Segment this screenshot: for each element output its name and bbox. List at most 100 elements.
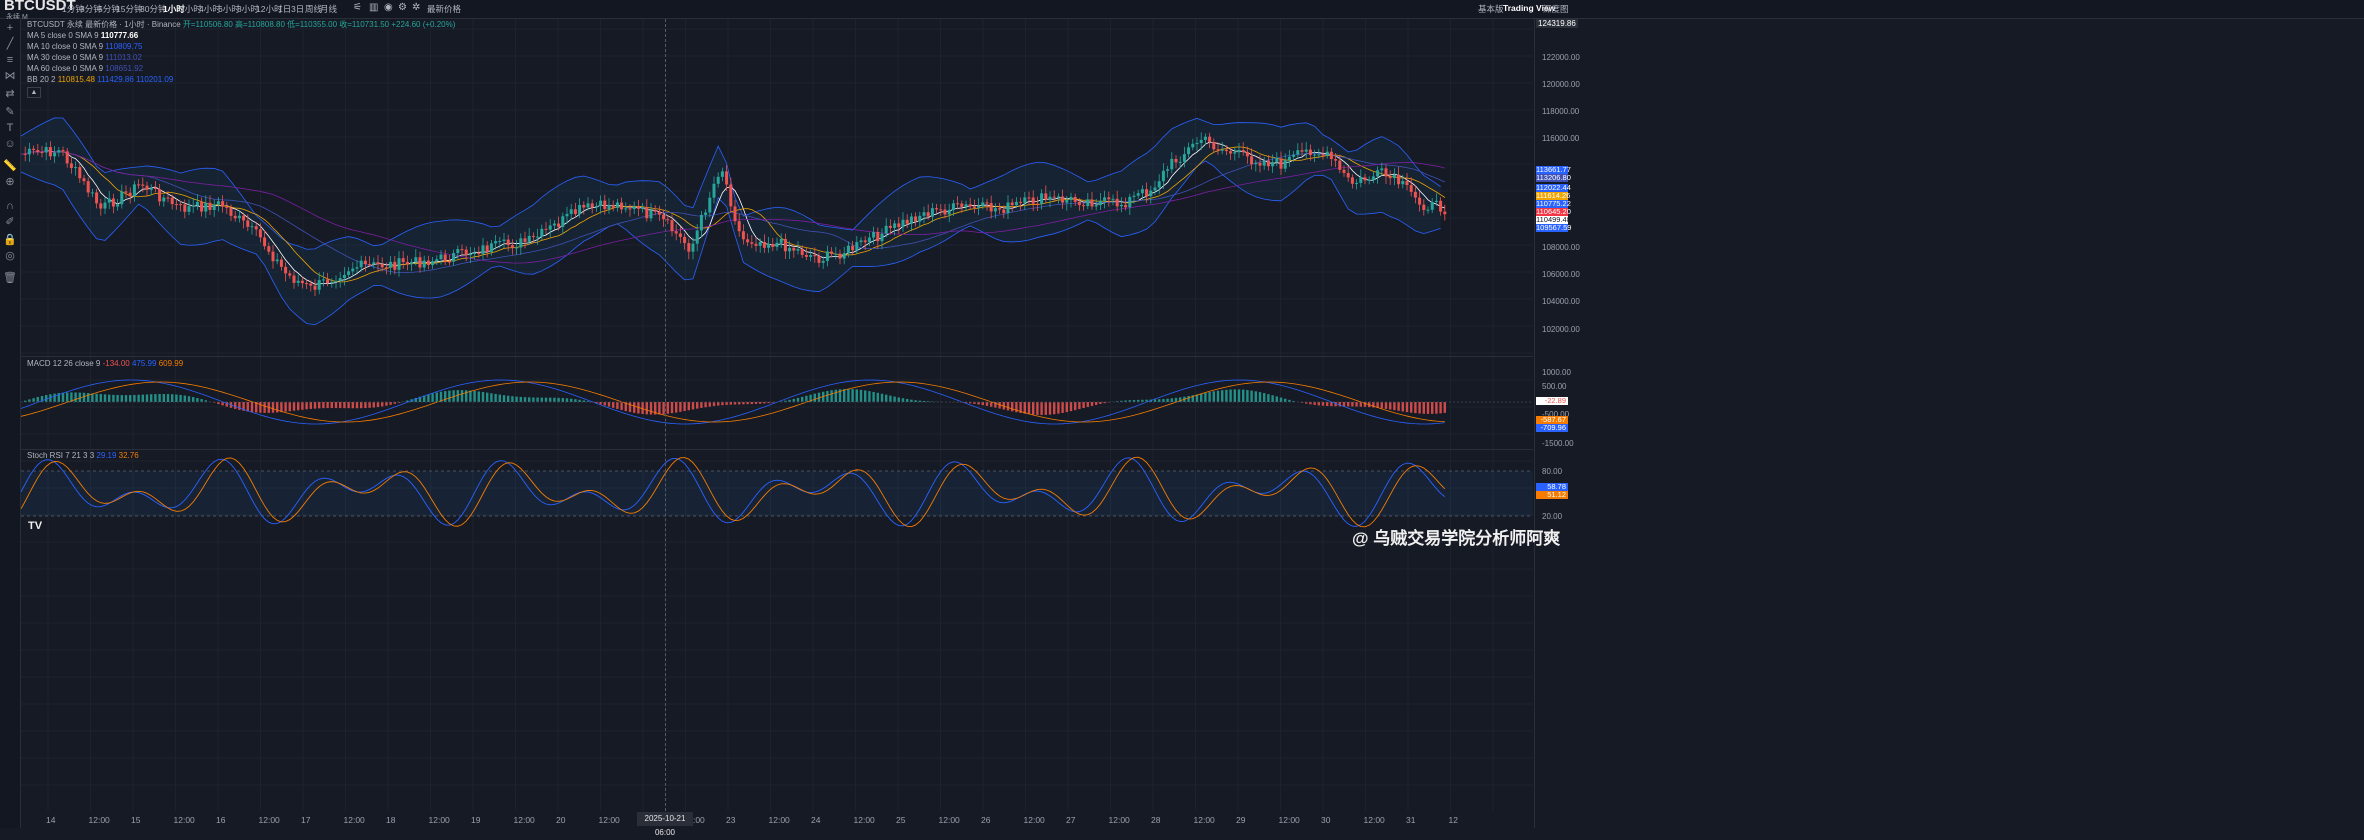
ma60-label: MA 60 close 0 SMA 9 <box>27 64 103 73</box>
candle-body <box>423 261 426 268</box>
candle-body <box>1107 197 1110 199</box>
candle-body <box>251 226 254 227</box>
candle-body <box>1162 171 1165 181</box>
candle-body <box>452 253 455 262</box>
macd-histogram-bar <box>1255 391 1257 402</box>
candle-body <box>389 262 392 268</box>
candle-body <box>1137 193 1140 195</box>
zoom-icon[interactable]: ⊕ <box>3 175 17 189</box>
macd-histogram-bar <box>1213 391 1215 402</box>
bb-label: BB 20 2 <box>27 75 55 84</box>
ruler-icon[interactable]: 📏 <box>3 159 17 173</box>
macd-histogram-bar <box>704 402 706 407</box>
measure-icon[interactable]: ⇄ <box>3 87 17 101</box>
crosshair-icon[interactable]: + <box>3 21 17 35</box>
candle-body <box>826 251 829 260</box>
macd-histogram-bar <box>1326 402 1328 406</box>
tab-basic[interactable]: 基本版 <box>1478 3 1504 15</box>
collapse-legend-button[interactable]: ▲ <box>27 87 41 98</box>
timeframe-14[interactable]: 月线 <box>320 3 337 15</box>
macd-histogram-bar <box>650 402 652 415</box>
candle-body <box>444 255 447 262</box>
macd-histogram-bar <box>184 396 186 402</box>
bb-legend[interactable]: BB 20 2 110815.48 111429.86 110201.09 <box>27 75 173 84</box>
text-icon[interactable]: T <box>3 121 17 135</box>
timeframe-3[interactable]: 15分钟 <box>116 3 142 15</box>
macd-histogram-bar <box>587 401 589 402</box>
candle-body <box>1040 193 1043 204</box>
pencil-lock-icon[interactable]: ✐ <box>3 215 17 229</box>
chart-type-icon[interactable]: ▥ <box>369 2 378 13</box>
panel-divider[interactable] <box>21 356 1533 357</box>
timeframe-12[interactable]: 3日 <box>291 3 304 15</box>
tab-depth[interactable]: 深度图 <box>1543 3 1569 15</box>
price-label: 116000.00 <box>1542 134 1579 143</box>
macd-histogram-bar <box>851 389 853 402</box>
macd-histogram-bar <box>541 398 543 402</box>
macd-histogram-bar <box>923 401 925 402</box>
stoch-legend[interactable]: Stoch RSI 7 21 3 3 29.19 32.76 <box>27 451 139 460</box>
candle-body <box>704 212 707 215</box>
ma5-label: MA 5 close 0 SMA 9 <box>27 31 99 40</box>
candle-body <box>1049 197 1052 200</box>
candle-body <box>461 249 464 250</box>
ma30-legend[interactable]: MA 30 close 0 SMA 9 111013.02 <box>27 53 142 62</box>
macd-histogram-bar <box>129 395 131 402</box>
candle-body <box>1414 192 1417 198</box>
timeframe-11[interactable]: 1日 <box>278 3 291 15</box>
trash-icon[interactable]: 🗑 <box>3 271 17 285</box>
macd-histogram-bar <box>562 398 564 402</box>
candle-body <box>301 281 304 283</box>
candlestick-chart[interactable] <box>21 19 1533 811</box>
candle-body <box>196 202 199 206</box>
macd-histogram-bar <box>125 395 127 402</box>
macd-histogram-bar <box>692 402 694 409</box>
price-type-select[interactable]: 最新价格 <box>427 3 461 15</box>
macd-histogram-bar <box>238 402 240 410</box>
macd-histogram-bar <box>1355 402 1357 407</box>
macd-histogram-bar <box>1259 392 1261 402</box>
macd-legend[interactable]: MACD 12 26 close 9 -134.00 475.99 609.99 <box>27 359 183 368</box>
trendline-icon[interactable]: ╱ <box>3 37 17 51</box>
emoji-icon[interactable]: ☺ <box>3 137 17 151</box>
candle-body <box>1212 142 1215 149</box>
macd-histogram-bar <box>696 402 698 409</box>
candle-body <box>511 245 514 248</box>
fib-icon[interactable]: ≡ <box>3 53 17 67</box>
settings-icon[interactable]: ⚙ <box>398 2 407 13</box>
candle-body <box>994 208 997 211</box>
macd-histogram-bar <box>1091 402 1093 406</box>
ma60-legend[interactable]: MA 60 close 0 SMA 9 108651.92 <box>27 64 143 73</box>
macd-histogram-bar <box>641 402 643 414</box>
eye-icon[interactable]: ◎ <box>3 249 17 263</box>
macd-histogram-bar <box>616 402 618 409</box>
macd-histogram-bar <box>377 402 379 407</box>
candle-body <box>1368 180 1371 181</box>
candle-body <box>1141 189 1144 193</box>
candle-body <box>809 255 812 257</box>
candle-body <box>1099 201 1102 205</box>
candle-body <box>381 264 384 267</box>
pattern-icon[interactable]: ⋈ <box>3 69 17 83</box>
gear-icon[interactable]: ✲ <box>412 2 420 13</box>
candle-body <box>1166 169 1169 171</box>
brush-icon[interactable]: ✎ <box>3 105 17 119</box>
candle-body <box>578 205 581 214</box>
price-scale[interactable] <box>1534 19 2364 828</box>
time-label: 26 <box>981 815 990 825</box>
candle-body <box>864 240 867 242</box>
macd-histogram-bar <box>629 402 631 412</box>
candle-body <box>574 209 577 214</box>
ma5-legend[interactable]: MA 5 close 0 SMA 9 110777.66 <box>27 31 138 40</box>
time-label: 31 <box>1406 815 1415 825</box>
panel-divider[interactable] <box>21 449 1533 450</box>
indicator-icon[interactable]: ⚟ <box>353 2 362 13</box>
macd-histogram-bar <box>1427 402 1429 414</box>
camera-icon[interactable]: ◉ <box>384 2 393 13</box>
stoch-band-fill <box>21 471 1533 516</box>
lock-icon[interactable]: 🔒 <box>3 233 17 247</box>
macd-histogram-bar <box>503 395 505 402</box>
ma10-legend[interactable]: MA 10 close 0 SMA 9 110809.75 <box>27 42 143 51</box>
candle-body <box>263 237 266 246</box>
magnet-icon[interactable]: ∩ <box>3 199 17 213</box>
